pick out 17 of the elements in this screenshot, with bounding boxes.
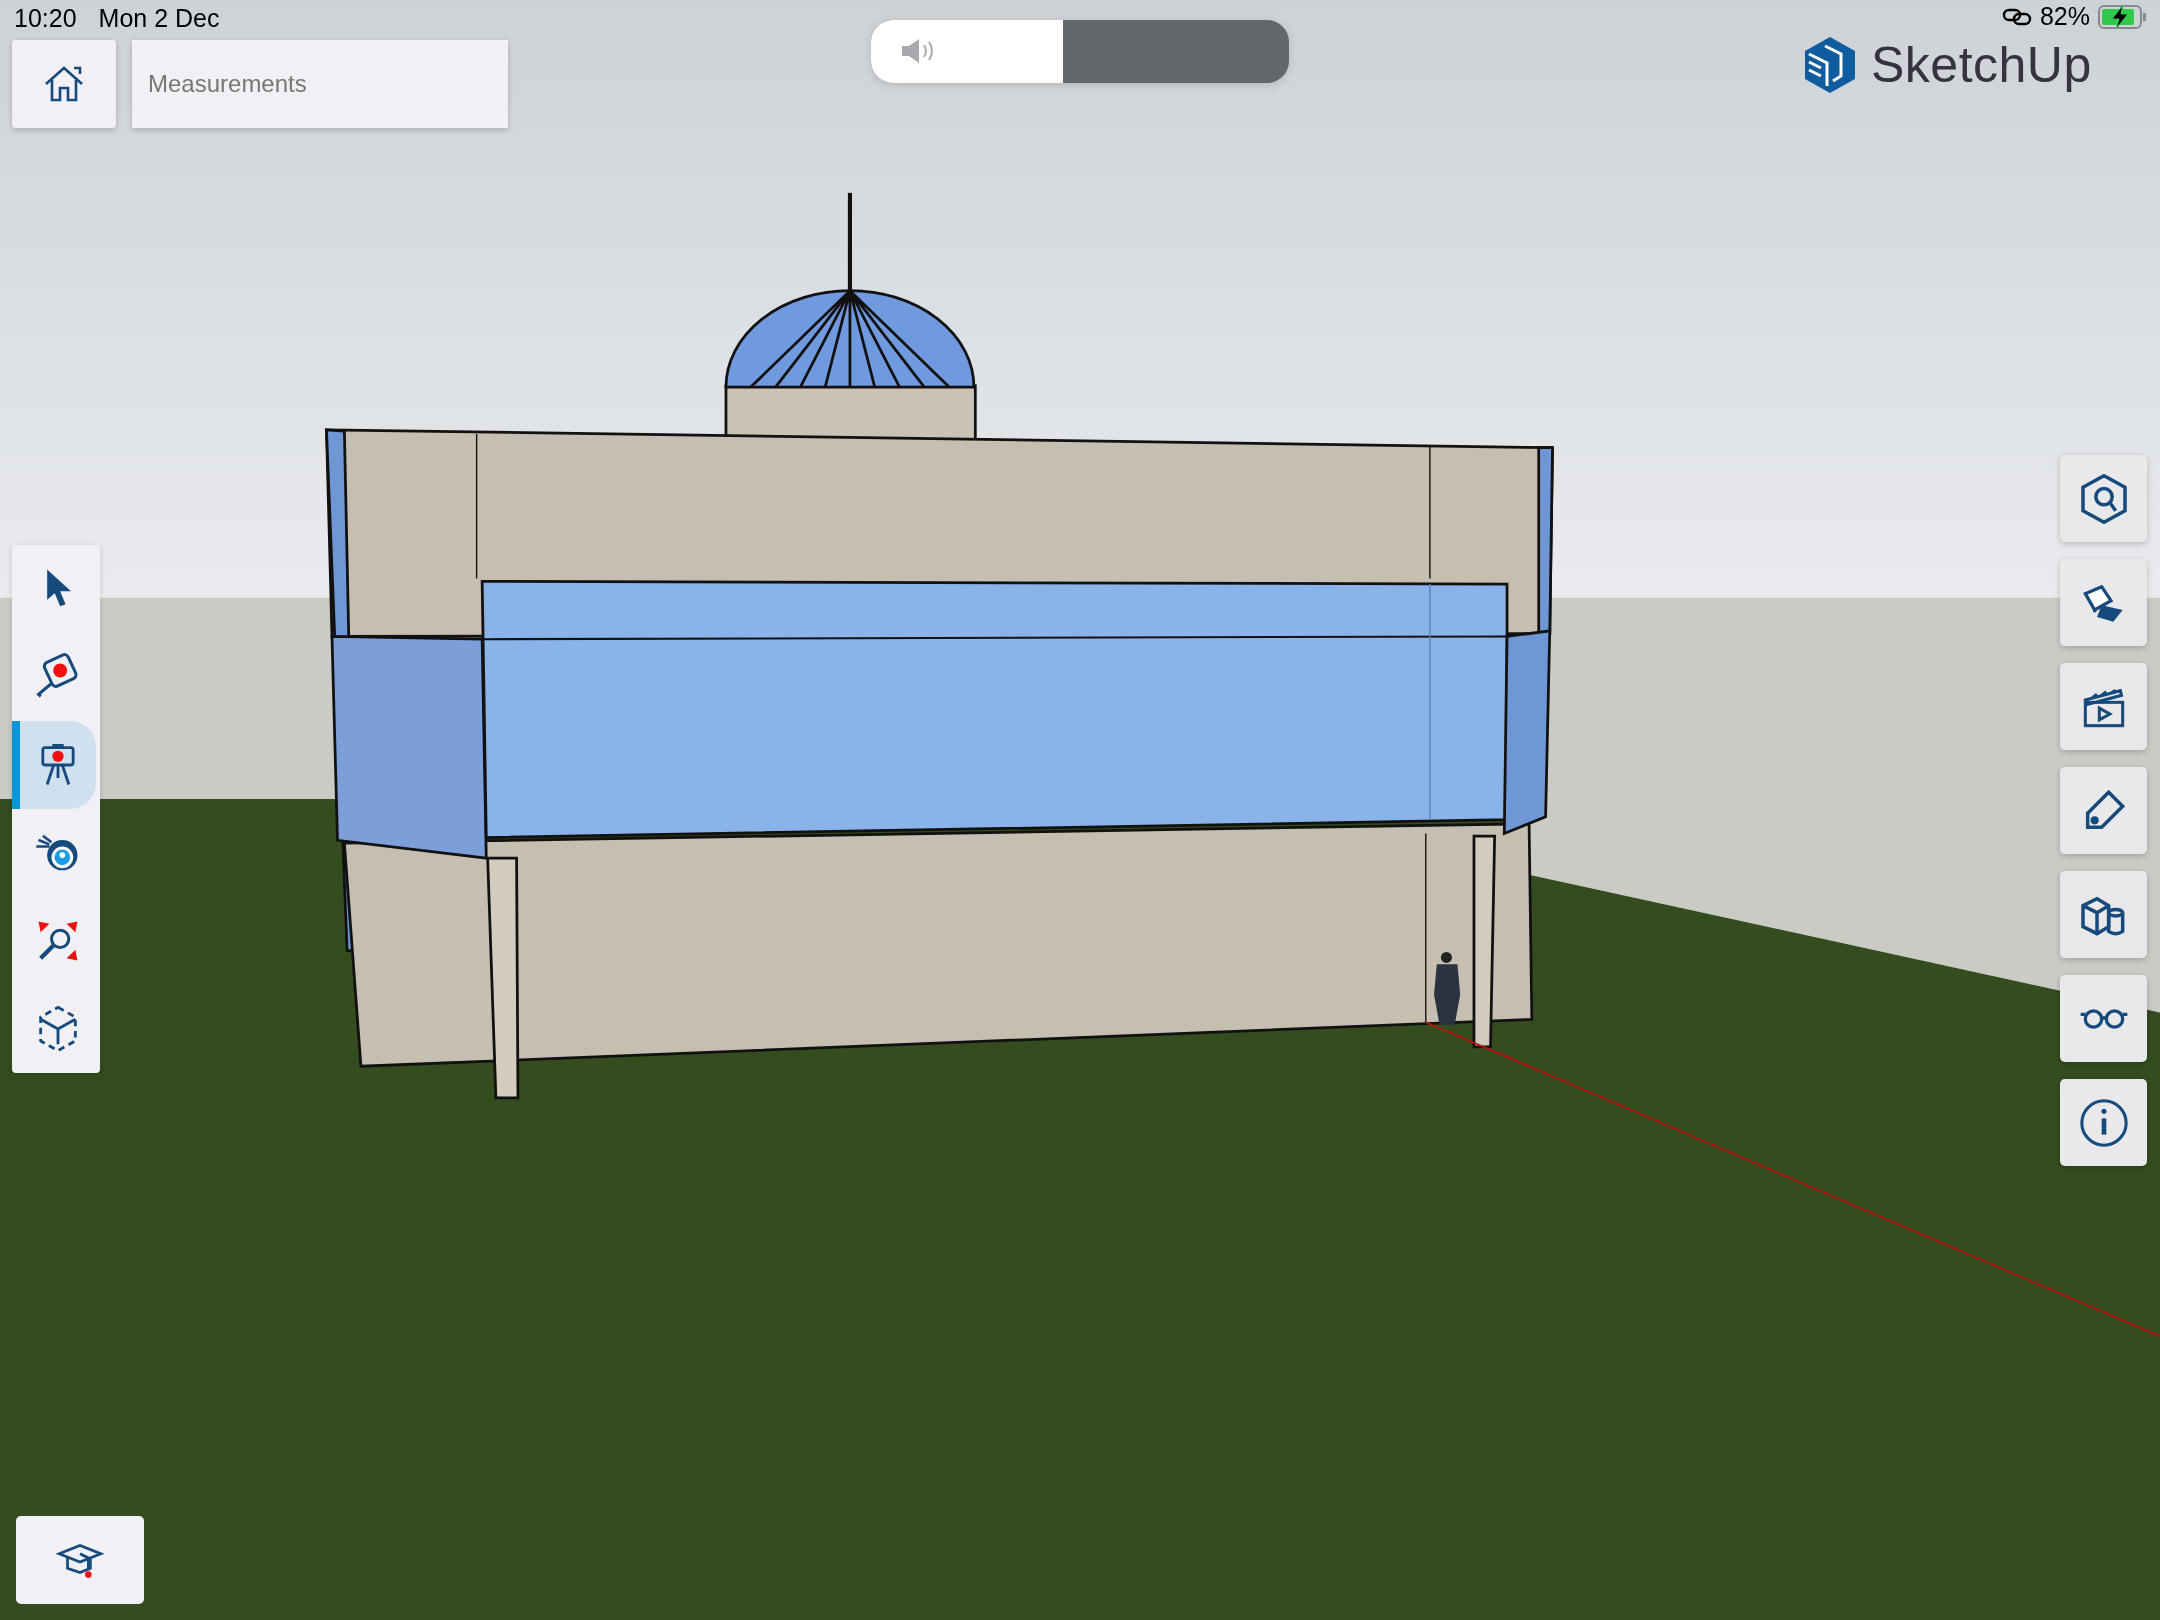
- status-time: 10:20: [14, 4, 77, 33]
- battery-percent: 82%: [2039, 2, 2090, 31]
- status-date: Mon 2 Dec: [98, 4, 220, 33]
- panel-button[interactable]: [2060, 1079, 2147, 1166]
- instructor-button[interactable]: [16, 1516, 144, 1604]
- link-icon: [2001, 6, 2032, 27]
- logo-icon: [1803, 36, 1857, 94]
- panel-button[interactable]: [2060, 767, 2147, 854]
- panel-button[interactable]: [2060, 455, 2147, 542]
- panel-button[interactable]: [2060, 559, 2147, 646]
- home-button[interactable]: [12, 40, 116, 128]
- panel-button[interactable]: [2060, 975, 2147, 1062]
- tool-button[interactable]: [12, 721, 96, 809]
- panel-button[interactable]: [2060, 871, 2147, 958]
- logo-text: SketchUp: [1871, 36, 2092, 94]
- measurements-field[interactable]: Measurements: [132, 40, 508, 128]
- panel-button[interactable]: [2060, 663, 2147, 750]
